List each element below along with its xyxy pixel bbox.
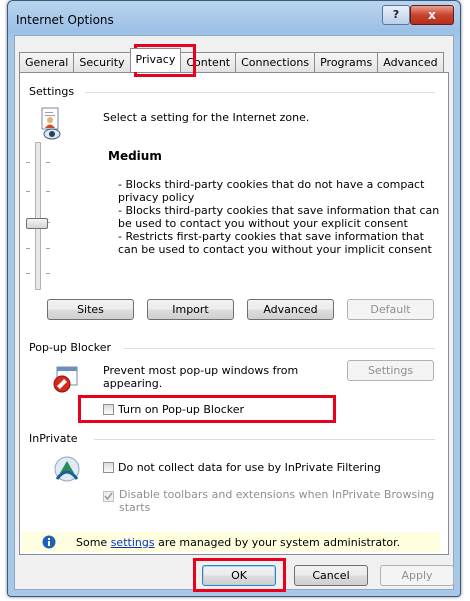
tab-connections[interactable]: Connections: [235, 52, 316, 72]
settings-group-divider: [85, 92, 435, 93]
privacy-description-line: - Blocks third-party cookies that do not…: [118, 178, 425, 191]
disable-toolbars-label-continued: starts: [119, 501, 151, 514]
ok-button-highlight: [193, 558, 286, 592]
default-button[interactable]: Default: [347, 299, 434, 320]
close-button[interactable]: x: [410, 5, 454, 25]
slider-tick: [26, 273, 30, 274]
slider-tick: [46, 248, 50, 249]
info-icon: [42, 535, 56, 549]
privacy-level-slider-track[interactable]: [35, 142, 41, 290]
tab-strip: General Security Privacy Content Connect…: [19, 48, 444, 72]
tab-advanced[interactable]: Advanced: [377, 52, 444, 72]
privacy-description-line: - Blocks third-party cookies that save i…: [118, 204, 440, 217]
cancel-button[interactable]: Cancel: [294, 565, 368, 586]
privacy-description-line: can be used to contact you without your …: [118, 243, 432, 256]
admin-info-text: Some settings are managed by your system…: [76, 536, 400, 549]
window-title: Internet Options: [16, 13, 114, 27]
slider-tick: [46, 162, 50, 163]
popup-description-line: appearing.: [103, 377, 163, 390]
slider-tick: [46, 191, 50, 192]
help-button[interactable]: ?: [382, 5, 410, 25]
popup-blocker-icon: [51, 366, 79, 394]
sites-button[interactable]: Sites: [47, 299, 134, 320]
popup-description-line: Prevent most pop-up windows from: [103, 364, 299, 377]
disable-toolbars-label: Disable toolbars and extensions when InP…: [119, 488, 435, 501]
inprivate-group-label: InPrivate: [29, 432, 78, 445]
inprivate-filtering-label[interactable]: Do not collect data for use by InPrivate…: [118, 461, 381, 474]
tab-security[interactable]: Security: [73, 52, 131, 72]
popup-group-label: Pop-up Blocker: [29, 341, 112, 354]
title-bar[interactable]: Internet Options ? x: [8, 1, 460, 35]
tab-privacy[interactable]: Privacy: [129, 48, 182, 72]
popup-group-divider: [124, 348, 435, 349]
slider-tick: [46, 273, 50, 274]
privacy-eye-icon: [40, 107, 62, 141]
disable-toolbars-checkbox[interactable]: [103, 491, 114, 502]
privacy-description-line: privacy policy: [118, 191, 195, 204]
inprivate-filtering-checkbox[interactable]: [103, 462, 114, 473]
slider-tick: [26, 248, 30, 249]
inprivate-group-divider: [94, 439, 435, 440]
tab-programs[interactable]: Programs: [314, 52, 379, 72]
settings-link[interactable]: settings: [111, 536, 155, 549]
import-button[interactable]: Import: [147, 299, 234, 320]
privacy-level-name: Medium: [108, 149, 162, 163]
privacy-level-slider-thumb[interactable]: [26, 218, 48, 229]
privacy-description-line: be used to contact you without your expl…: [118, 217, 408, 230]
zone-instruction-text: Select a setting for the Internet zone.: [103, 111, 310, 124]
settings-group-label: Settings: [29, 85, 75, 98]
popup-settings-button[interactable]: Settings: [347, 360, 434, 381]
admin-info-prefix: Some: [76, 536, 111, 549]
apply-button[interactable]: Apply: [380, 565, 454, 586]
admin-info-suffix: are managed by your system administrator…: [154, 536, 401, 549]
inprivate-icon: [51, 453, 83, 485]
privacy-description-line: - Restricts first-party cookies that sav…: [118, 230, 424, 243]
slider-tick: [26, 162, 30, 163]
tab-general[interactable]: General: [19, 52, 75, 72]
advanced-button[interactable]: Advanced: [247, 299, 334, 320]
slider-tick: [26, 191, 30, 192]
popup-blocker-highlight: [78, 395, 336, 423]
